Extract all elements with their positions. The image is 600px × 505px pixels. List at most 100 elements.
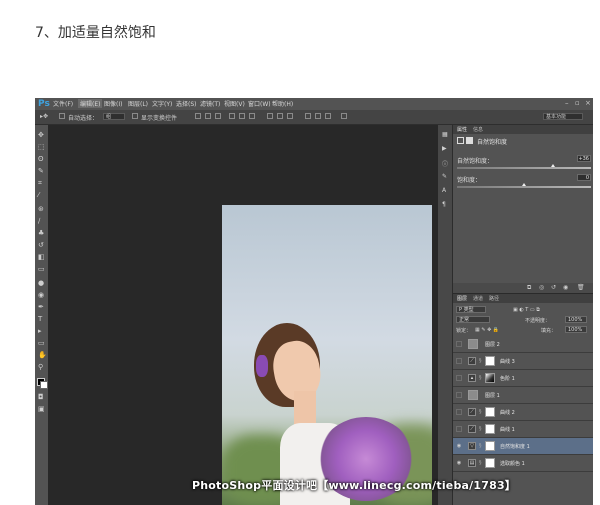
info-panel-icon[interactable]: ⓘ — [442, 159, 448, 168]
menu-file[interactable]: 文件(F) — [53, 99, 73, 108]
layer-mask-thumbnail[interactable] — [485, 356, 495, 366]
opacity-field[interactable]: 100% — [565, 316, 587, 323]
character-panel-icon[interactable]: A — [442, 187, 446, 194]
zoom-tool-icon[interactable]: ⚲ — [38, 363, 43, 371]
crop-tool-icon[interactable]: ⌗ — [38, 179, 42, 187]
layer-row[interactable]: ◉ ▽ § 自然饱和度 1 — [453, 438, 593, 455]
distribute-bottom-icon[interactable] — [287, 113, 293, 119]
shape-tool-icon[interactable]: ▭ — [38, 339, 45, 347]
layer-mask-thumbnail[interactable] — [485, 373, 495, 383]
eyedropper-tool-icon[interactable]: ⁄ — [38, 191, 39, 199]
visibility-box[interactable] — [456, 358, 462, 364]
auto-align-icon[interactable] — [341, 113, 347, 119]
visibility-box[interactable] — [456, 409, 462, 415]
menu-help[interactable]: 帮助(H) — [272, 99, 293, 108]
menu-type[interactable]: 文字(Y) — [152, 99, 172, 108]
link-icon[interactable]: § — [479, 443, 482, 449]
history-brush-tool-icon[interactable]: ↺ — [38, 241, 44, 249]
layer-row[interactable]: 图层 1 — [453, 387, 593, 404]
menu-view[interactable]: 视图(V) — [224, 99, 245, 108]
tab-layers[interactable]: 图层 — [457, 295, 467, 302]
saturation-slider[interactable] — [457, 183, 591, 188]
link-icon[interactable]: § — [479, 375, 482, 381]
link-icon[interactable]: § — [479, 460, 482, 466]
curves-adjustment-icon[interactable]: ⟋ — [468, 425, 476, 433]
path-select-tool-icon[interactable]: ▸ — [38, 327, 42, 335]
layer-row[interactable]: ◉ ▤ § 选取颜色 1 — [453, 455, 593, 472]
visibility-box[interactable] — [456, 426, 462, 432]
show-transform-checkbox[interactable] — [132, 113, 138, 119]
lock-icons[interactable]: ▦ ✎ ✥ 🔒 — [475, 327, 499, 333]
layer-filter-dropdown[interactable]: P 类型 — [456, 306, 486, 313]
distribute-right-icon[interactable] — [325, 113, 331, 119]
mask-properties-icon[interactable] — [466, 137, 473, 144]
align-center-icon[interactable] — [239, 113, 245, 119]
vibrance-slider-thumb[interactable] — [551, 164, 555, 167]
selective-adjustment-icon[interactable]: ▤ — [468, 459, 476, 467]
align-top-icon[interactable] — [195, 113, 201, 119]
hand-tool-icon[interactable]: ✋ — [38, 351, 47, 359]
distribute-middle-icon[interactable] — [277, 113, 283, 119]
move-tool-icon[interactable]: ▸✥ — [40, 113, 48, 120]
layer-thumbnail[interactable] — [468, 390, 478, 400]
restore-icon[interactable]: ▫ — [575, 99, 580, 107]
gradient-tool-icon[interactable]: ▭ — [38, 265, 45, 273]
layer-row[interactable]: ⟋ § 曲线 2 — [453, 404, 593, 421]
layer-mask-thumbnail[interactable] — [485, 407, 495, 417]
link-icon[interactable]: § — [479, 358, 482, 364]
layer-filter-icons[interactable]: ▣ ◐ T ▭ ⧉ — [513, 307, 540, 313]
menu-layer[interactable]: 图层(L) — [128, 99, 148, 108]
auto-select-dropdown[interactable]: 组 — [103, 113, 125, 120]
auto-select-checkbox[interactable] — [59, 113, 65, 119]
tab-info[interactable]: 信息 — [473, 126, 483, 133]
align-right-icon[interactable] — [249, 113, 255, 119]
quick-select-tool-icon[interactable]: ✎ — [38, 167, 44, 175]
link-icon[interactable]: § — [479, 409, 482, 415]
layer-row[interactable]: ⟋ § 曲线 3 — [453, 353, 593, 370]
layer-thumbnail[interactable] — [468, 339, 478, 349]
curves-adjustment-icon[interactable]: ⟋ — [468, 357, 476, 365]
brush-panel-icon[interactable]: ✎ — [442, 173, 447, 180]
healing-brush-tool-icon[interactable]: ⊛ — [38, 205, 44, 213]
eye-icon[interactable]: ◉ — [456, 443, 462, 449]
play-action-icon[interactable]: ▶ — [442, 145, 447, 152]
layer-row[interactable]: ▴ § 色阶 1 — [453, 370, 593, 387]
tab-properties[interactable]: 属性 — [457, 126, 467, 133]
align-middle-icon[interactable] — [205, 113, 211, 119]
close-icon[interactable]: × — [585, 99, 591, 107]
blur-tool-icon[interactable]: ● — [38, 279, 44, 287]
vibrance-value-field[interactable]: +36 — [577, 155, 591, 162]
clone-stamp-tool-icon[interactable]: ♣ — [38, 229, 44, 237]
menu-select[interactable]: 选择(S) — [176, 99, 197, 108]
menu-window[interactable]: 窗口(W) — [248, 99, 271, 108]
document-canvas[interactable] — [48, 125, 438, 505]
workspace-dropdown[interactable]: 基本功能 — [543, 113, 583, 120]
visibility-box[interactable] — [456, 341, 462, 347]
layer-row[interactable]: 图层 2 — [453, 336, 593, 353]
pen-tool-icon[interactable]: ✒ — [38, 303, 44, 311]
lasso-tool-icon[interactable]: ʘ — [38, 155, 44, 163]
menu-edit[interactable]: 编辑(E) — [78, 99, 103, 108]
saturation-slider-thumb[interactable] — [522, 183, 526, 186]
distribute-top-icon[interactable] — [267, 113, 273, 119]
vibrance-slider[interactable] — [457, 164, 591, 169]
eraser-tool-icon[interactable]: ◧ — [38, 253, 45, 261]
eye-icon[interactable]: ◉ — [456, 460, 462, 466]
saturation-value-field[interactable]: 0 — [577, 174, 591, 181]
align-bottom-icon[interactable] — [215, 113, 221, 119]
link-icon[interactable]: § — [479, 426, 482, 432]
paragraph-panel-icon[interactable]: ¶ — [442, 201, 446, 208]
type-tool-icon[interactable]: T — [38, 315, 42, 323]
blend-mode-dropdown[interactable]: 正常 — [456, 316, 490, 323]
quick-mask-icon[interactable]: ◘ — [38, 393, 44, 401]
delete-adjustment-icon[interactable]: 🗑 — [577, 284, 585, 291]
brush-tool-icon[interactable]: ∕ — [38, 217, 40, 225]
screen-mode-icon[interactable]: ▣ — [38, 405, 45, 413]
distribute-left-icon[interactable] — [305, 113, 311, 119]
visibility-toggle-icon[interactable]: ◉ — [563, 284, 568, 291]
menu-filter[interactable]: 滤镜(T) — [200, 99, 220, 108]
distribute-center-icon[interactable] — [315, 113, 321, 119]
levels-adjustment-icon[interactable]: ▴ — [468, 374, 476, 382]
layer-row[interactable]: ⟋ § 曲线 1 — [453, 421, 593, 438]
align-left-icon[interactable] — [229, 113, 235, 119]
